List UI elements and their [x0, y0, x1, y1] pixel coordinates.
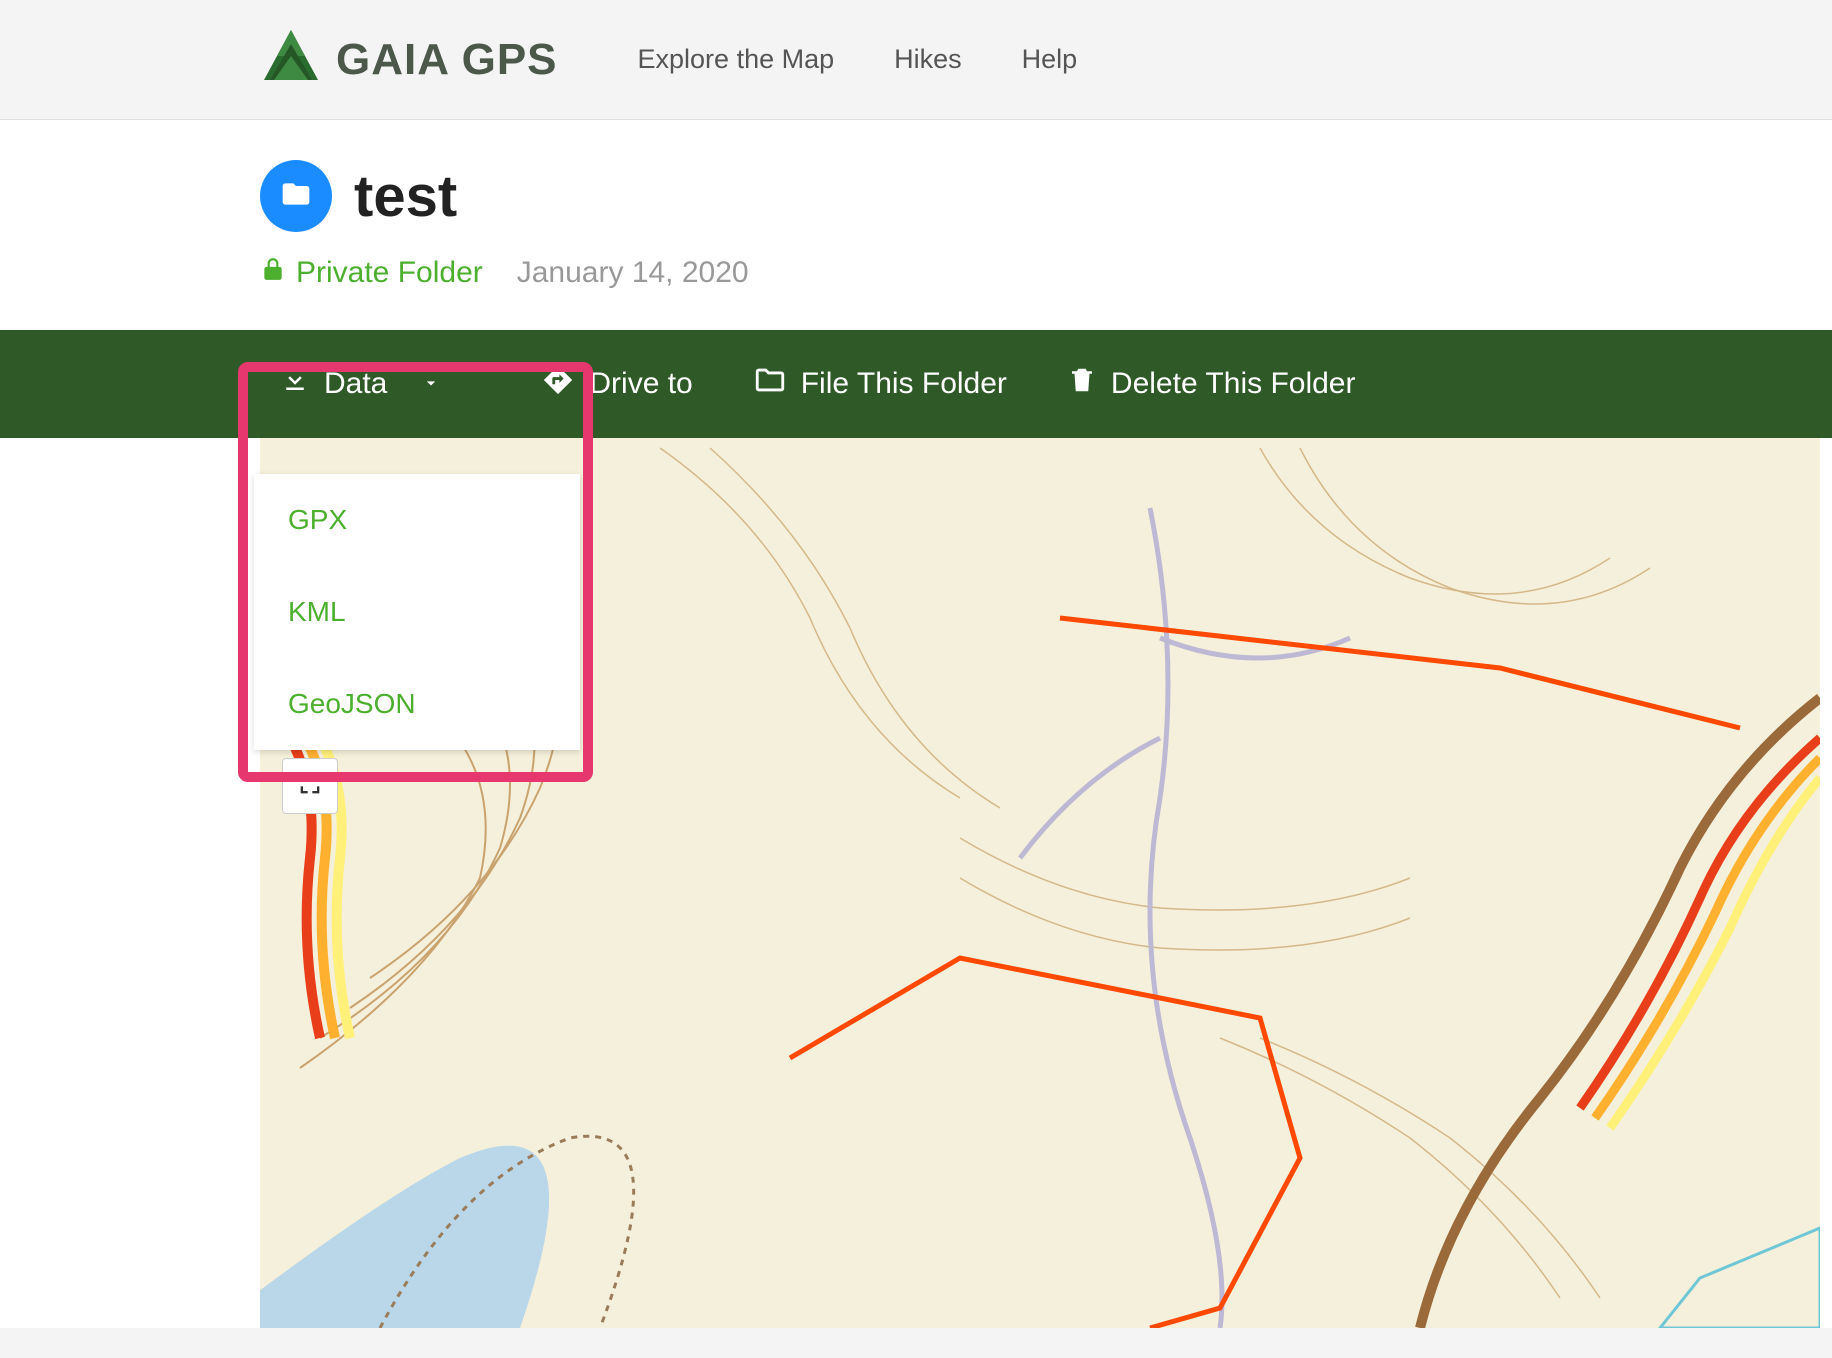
file-folder-button[interactable]: File This Folder [753, 363, 1007, 405]
folder-avatar [260, 160, 332, 232]
trash-icon [1067, 365, 1097, 403]
directions-icon [541, 363, 575, 405]
nav-explore[interactable]: Explore the Map [638, 44, 835, 75]
data-dropdown-menu: GPX KML GeoJSON [254, 474, 580, 750]
drive-to-label: Drive to [589, 367, 692, 401]
data-label: Data [324, 367, 387, 401]
privacy-indicator[interactable]: Private Folder [260, 256, 483, 290]
fullscreen-button[interactable] [282, 758, 338, 814]
brand-logo[interactable]: GAIA GPS [260, 26, 558, 93]
mountain-logo-icon [260, 26, 322, 93]
folder-date: January 14, 2020 [517, 256, 749, 290]
folder-meta: Private Folder January 14, 2020 [260, 256, 1832, 290]
data-dropdown-button[interactable]: Data [240, 355, 481, 413]
nav-help[interactable]: Help [1022, 44, 1078, 75]
chevron-down-icon [421, 367, 441, 401]
brand-name: GAIA GPS [336, 35, 558, 85]
top-nav: GAIA GPS Explore the Map Hikes Help [0, 0, 1832, 120]
nav-links: Explore the Map Hikes Help [638, 44, 1078, 75]
dropdown-item-gpx[interactable]: GPX [254, 474, 580, 566]
folder-icon [280, 178, 312, 215]
privacy-label: Private Folder [296, 256, 483, 290]
folder-title: test [354, 163, 457, 230]
delete-folder-button[interactable]: Delete This Folder [1067, 365, 1356, 403]
dropdown-item-kml[interactable]: KML [254, 566, 580, 658]
file-folder-label: File This Folder [801, 367, 1007, 401]
nav-hikes[interactable]: Hikes [894, 44, 962, 75]
folder-toolbar: Data Drive to File This Folder Delete Th… [0, 330, 1832, 438]
folder-outline-icon [753, 363, 787, 405]
delete-folder-label: Delete This Folder [1111, 367, 1356, 401]
fullscreen-icon [296, 770, 324, 803]
drive-to-button[interactable]: Drive to [541, 363, 692, 405]
folder-title-row: test [260, 160, 1832, 232]
download-icon [280, 365, 310, 403]
folder-header: test Private Folder January 14, 2020 [0, 120, 1832, 330]
dropdown-item-geojson[interactable]: GeoJSON [254, 658, 580, 750]
lock-icon [260, 256, 286, 290]
